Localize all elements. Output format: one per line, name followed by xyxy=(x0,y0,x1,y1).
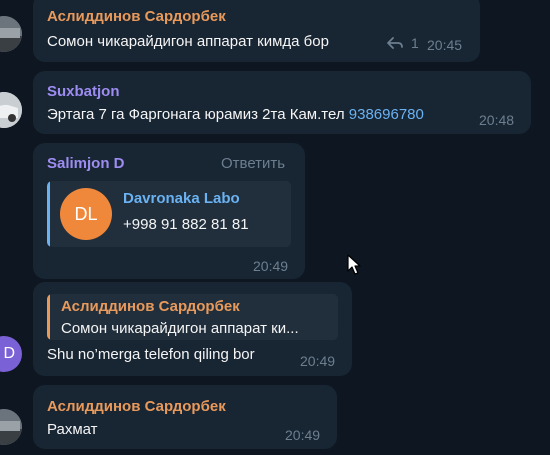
contact-phone: +998 91 882 81 81 xyxy=(123,216,249,233)
reply-button[interactable]: Ответить xyxy=(221,155,285,172)
user-photo-icon xyxy=(0,409,22,445)
sender-avatar[interactable] xyxy=(0,409,22,445)
sender-name[interactable]: Suxbatjon xyxy=(47,83,120,100)
contact-accent-bar xyxy=(47,181,50,247)
phone-link[interactable]: 938696780 xyxy=(349,106,424,123)
message-bubble[interactable]: Аслиддинов Сардорбек Сомон чикарайдигон … xyxy=(33,282,352,376)
mouse-cursor-icon xyxy=(347,254,361,275)
user-photo-icon xyxy=(0,92,22,128)
sender-avatar[interactable] xyxy=(0,16,22,52)
message-time: 20:49 xyxy=(285,427,321,443)
reply-count: 1 xyxy=(411,35,419,51)
quote-sender: Аслиддинов Сардорбек xyxy=(61,298,240,315)
replies-indicator[interactable]: 1 xyxy=(386,35,419,51)
contact-card[interactable]: DL Davronaka Labo +998 91 882 81 81 xyxy=(47,181,291,247)
message-text: Рахмат xyxy=(47,421,98,438)
message-body: Эртага 7 га Фаргонага юрамиз 2та Кам.тел xyxy=(47,106,349,123)
message-bubble[interactable]: Аслиддинов Сардорбек Рахмат 20:49 xyxy=(33,385,337,449)
user-photo-icon xyxy=(0,16,22,52)
message-text: Shu no’merga telefon qiling bor xyxy=(47,346,255,363)
sender-name[interactable]: Salimjon D xyxy=(47,155,125,172)
message-bubble[interactable]: Аслиддинов Сардорбек Сомон чикарайдигон … xyxy=(33,0,480,62)
avatar-initial: D xyxy=(3,345,15,362)
sender-avatar[interactable] xyxy=(0,92,22,128)
reply-quote[interactable]: Аслиддинов Сардорбек Сомон чикарайдигон … xyxy=(47,294,338,340)
sender-avatar[interactable]: D xyxy=(0,336,22,372)
contact-message-bubble[interactable]: Salimjon D Ответить DL Davronaka Labo +9… xyxy=(33,143,305,279)
message-time: 20:49 xyxy=(300,353,336,369)
message-time: 20:49 xyxy=(253,258,289,274)
contact-name[interactable]: Davronaka Labo xyxy=(123,190,240,207)
message-text: Эртага 7 га Фаргонага юрамиз 2та Кам.тел… xyxy=(47,106,424,123)
sender-name[interactable]: Аслиддинов Сардорбек xyxy=(47,398,226,415)
contact-initials: DL xyxy=(74,203,98,224)
quote-text: Сомон чикарайдигон аппарат ки... xyxy=(61,320,299,337)
message-time: 20:48 xyxy=(479,112,515,128)
message-bubble[interactable]: Suxbatjon Эртага 7 га Фаргонага юрамиз 2… xyxy=(33,71,531,134)
sender-name[interactable]: Аслиддинов Сардорбек xyxy=(47,8,226,25)
reply-arrow-icon xyxy=(387,37,403,49)
quote-accent-bar xyxy=(47,294,50,340)
message-text: Сомон чикарайдигон аппарат кимда бор xyxy=(47,33,329,50)
contact-avatar[interactable]: DL xyxy=(60,188,112,240)
message-time: 20:45 xyxy=(427,37,463,53)
